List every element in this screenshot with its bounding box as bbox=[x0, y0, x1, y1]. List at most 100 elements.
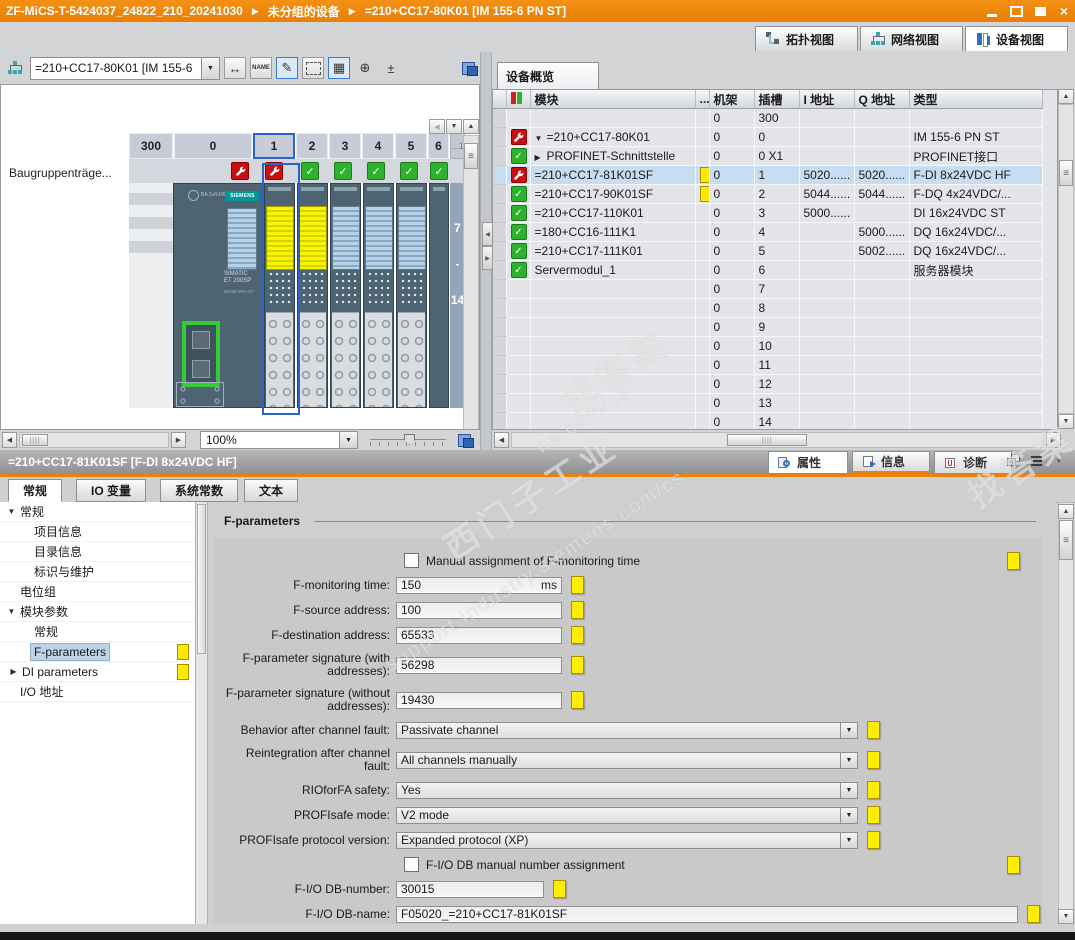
tree-item-general-sub[interactable]: 常规 bbox=[0, 622, 195, 642]
slot-header-0[interactable]: 0 bbox=[174, 133, 252, 159]
form-scroll-up-button[interactable]: ▲ bbox=[1058, 504, 1074, 519]
db-name-field[interactable]: F05020_=210+CC17-81K01SF bbox=[396, 905, 1018, 923]
minimize-button[interactable] bbox=[985, 4, 999, 18]
show-labels-button[interactable]: NAME bbox=[250, 57, 272, 79]
fit-to-window-button[interactable] bbox=[456, 432, 474, 448]
db-manual-number-checkbox[interactable] bbox=[404, 857, 419, 872]
module-slot3-di-graphic[interactable] bbox=[330, 183, 361, 408]
table-row[interactable]: 0 10 bbox=[493, 336, 1043, 356]
slot-header-5[interactable]: 5 bbox=[395, 133, 427, 159]
chevron-down-icon[interactable] bbox=[840, 752, 857, 768]
table-row[interactable]: =210+CC17-110K01 03 5000......DI 16x24VD… bbox=[493, 203, 1043, 223]
col-more[interactable]: ... bbox=[695, 90, 710, 109]
tab-system-constants[interactable]: 系统常数 bbox=[160, 479, 239, 502]
restore-button[interactable] bbox=[1009, 4, 1023, 18]
breadcrumb-project[interactable]: ZF-MiCS-T-5424037_24822_210_20241030 bbox=[6, 4, 243, 18]
chevron-down-icon[interactable] bbox=[840, 782, 857, 798]
overview-vertical-scrollbar[interactable] bbox=[1058, 104, 1074, 414]
breadcrumb-device[interactable]: =210+CC17-80K01 [IM 155-6 PN ST] bbox=[365, 4, 566, 18]
slot-header-300[interactable]: 300 bbox=[129, 133, 173, 159]
f-signature-with-field[interactable]: 56298 bbox=[396, 656, 562, 674]
tree-item-di-parameters[interactable]: ▶ DI parameters bbox=[0, 662, 195, 682]
tab-general[interactable]: 常规 bbox=[8, 479, 63, 502]
profisafe-mode-select[interactable]: V2 mode bbox=[396, 806, 858, 824]
tree-item-f-parameters[interactable]: F-parameters bbox=[0, 642, 195, 662]
table-row[interactable]: ▶PROFINET-Schnittstelle 00 X1 PROFINET接口 bbox=[493, 146, 1043, 166]
collapse-panel-icon[interactable] bbox=[1053, 454, 1067, 467]
zoom-slider[interactable] bbox=[368, 432, 448, 448]
tree-item-catalog-info[interactable]: 目录信息 bbox=[0, 542, 195, 562]
breadcrumb-ungrouped-devices[interactable]: 未分组的设备 bbox=[268, 3, 340, 20]
canvas-scroll-left-button[interactable]: ◀ bbox=[2, 432, 17, 448]
tree-item-identification-maintenance[interactable]: 标识与维护 bbox=[0, 562, 195, 582]
module-slot1-fdi-graphic[interactable] bbox=[264, 183, 295, 408]
maximize-button[interactable] bbox=[1033, 4, 1047, 18]
tree-scrollbar[interactable] bbox=[196, 502, 208, 924]
go-to-network-icon[interactable] bbox=[4, 57, 26, 79]
tab-device-view[interactable]: 设备视图 bbox=[965, 26, 1068, 51]
behavior-after-fault-select[interactable]: Passivate channel bbox=[396, 721, 858, 739]
list-icon[interactable] bbox=[1030, 454, 1044, 467]
canvas-dropdown-button[interactable]: ▼ bbox=[446, 119, 462, 134]
profisafe-protocol-select[interactable]: Expanded protocol (XP) bbox=[396, 831, 858, 849]
slot-header-4[interactable]: 4 bbox=[362, 133, 394, 159]
tree-item-project-info[interactable]: 项目信息 bbox=[0, 522, 195, 542]
tree-item-general[interactable]: ▼ 常规 bbox=[0, 502, 195, 522]
col-slot[interactable]: 插槽 bbox=[754, 90, 800, 109]
tab-diagnostics[interactable]: 诊断 bbox=[934, 451, 1012, 474]
close-button[interactable]: × bbox=[1057, 4, 1071, 18]
zoom-options-button[interactable]: ± bbox=[380, 57, 402, 79]
float-panel-icon[interactable] bbox=[1007, 454, 1021, 467]
im-155-6-module-graphic[interactable]: BA 2xRJ45 SIEMENS SIMATIC ET 200SP IM155… bbox=[173, 183, 264, 408]
tab-topology-view[interactable]: 拓扑视图 bbox=[755, 26, 858, 51]
rioforfa-select[interactable]: Yes bbox=[396, 781, 858, 799]
chevron-down-icon[interactable] bbox=[840, 722, 857, 738]
tree-item-module-parameters[interactable]: ▼ 模块参数 bbox=[0, 602, 195, 622]
reintegration-select[interactable]: All channels manually bbox=[396, 751, 858, 769]
slot-header-3[interactable]: 3 bbox=[329, 133, 361, 159]
tab-properties[interactable]: 属性 bbox=[768, 451, 848, 474]
module-status-column-icon[interactable] bbox=[506, 90, 531, 109]
zoom-tool-button[interactable]: ⊕ bbox=[354, 57, 376, 79]
tab-texts[interactable]: 文本 bbox=[244, 479, 299, 502]
chevron-down-icon[interactable] bbox=[339, 432, 357, 448]
canvas-scroll-up-button[interactable]: ▲ bbox=[463, 119, 479, 134]
tab-info[interactable]: 信息 bbox=[852, 451, 930, 474]
table-row-selected[interactable]: =210+CC17-81K01SF 01 5020...... 5020.....… bbox=[493, 165, 1043, 185]
tab-network-view[interactable]: 网络视图 bbox=[860, 26, 963, 51]
form-scroll-down-button[interactable]: ▼ bbox=[1058, 909, 1074, 924]
pane-splitter[interactable]: ◀ ▶ bbox=[480, 52, 493, 450]
canvas-vertical-scrollbar-handle[interactable] bbox=[464, 143, 478, 169]
db-number-field[interactable]: 30015 bbox=[396, 880, 544, 898]
overview-vertical-scrollbar-handle[interactable] bbox=[1059, 160, 1073, 186]
f-monitoring-time-field[interactable]: 150 ms bbox=[396, 576, 562, 594]
module-slot6-server-graphic[interactable] bbox=[429, 183, 449, 408]
table-row[interactable]: =180+CC16-111K1 04 5000......DQ 16x24VDC… bbox=[493, 222, 1043, 242]
table-row[interactable]: =210+CC17-111K01 05 5002......DQ 16x24VD… bbox=[493, 241, 1043, 261]
overview-scroll-right-button[interactable]: ▶ bbox=[1046, 432, 1061, 448]
tree-item-potential-group[interactable]: 电位组 bbox=[0, 582, 195, 602]
table-row[interactable]: 08 bbox=[493, 298, 1043, 318]
col-i-address[interactable]: I 地址 bbox=[799, 90, 855, 109]
selection-mode-button[interactable] bbox=[302, 57, 324, 79]
measure-tool-button[interactable]: ↔ bbox=[224, 57, 246, 79]
table-row[interactable]: Servermodul_1 06 服务器模块 bbox=[493, 260, 1043, 280]
canvas-horizontal-scrollbar-handle[interactable] bbox=[22, 434, 48, 446]
col-type[interactable]: 类型 bbox=[909, 90, 1043, 109]
col-q-address[interactable]: Q 地址 bbox=[854, 90, 910, 109]
manual-f-monitoring-checkbox[interactable] bbox=[404, 553, 419, 568]
table-row[interactable]: ▼ =210+CC17-80K01 00 IM 155-6 PN ST bbox=[493, 127, 1043, 147]
collapse-expander-icon[interactable]: ▼ bbox=[535, 134, 547, 143]
show-table-button[interactable]: ▦ bbox=[328, 57, 350, 79]
overview-scroll-left-button[interactable]: ◀ bbox=[494, 432, 509, 448]
module-slot4-dq-graphic[interactable] bbox=[363, 183, 394, 408]
module-slot2-fdq-graphic[interactable] bbox=[297, 183, 328, 408]
module-slot5-dq-graphic[interactable] bbox=[396, 183, 427, 408]
table-row[interactable]: =210+CC17-90K01SF 02 5044......5044.....… bbox=[493, 184, 1043, 204]
table-row[interactable]: 0 14 bbox=[493, 412, 1043, 429]
table-row[interactable]: 09 bbox=[493, 317, 1043, 337]
overview-scroll-down-button[interactable]: ▼ bbox=[1058, 414, 1074, 429]
mounting-rail[interactable] bbox=[129, 183, 173, 408]
canvas-page-left-button[interactable]: ◀ bbox=[429, 119, 445, 134]
chevron-down-icon[interactable] bbox=[201, 57, 219, 79]
